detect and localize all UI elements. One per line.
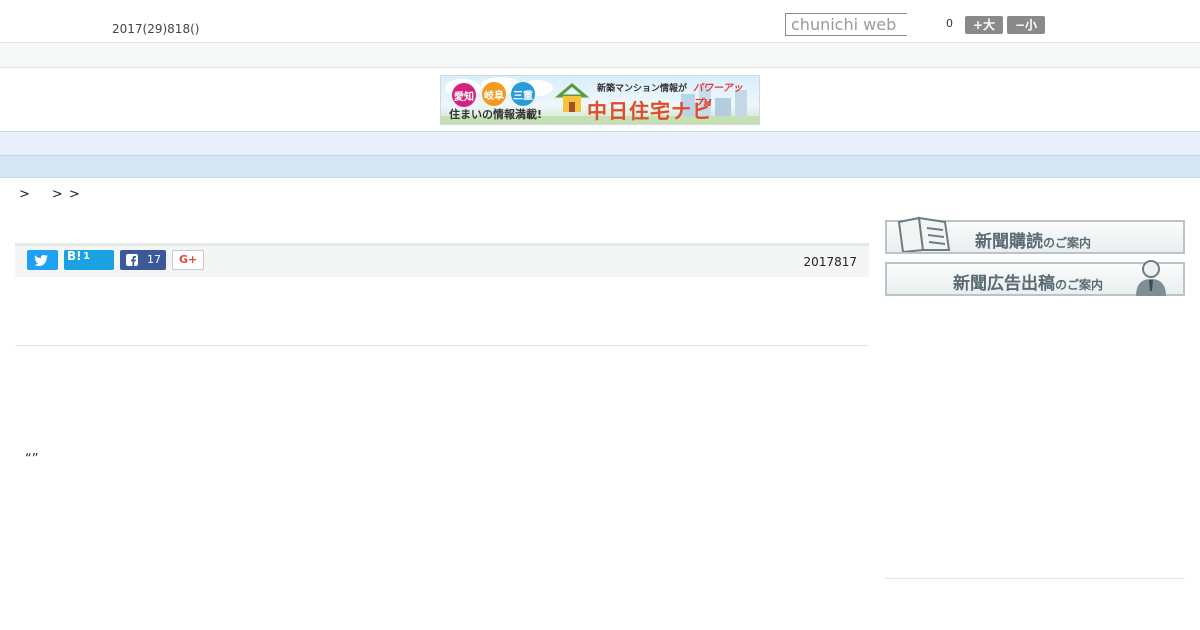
banner-tag-gifu: 岐阜 — [484, 91, 504, 102]
sub-nav-strip — [0, 156, 1200, 178]
ad-label: 新聞広告出稿のご案内 — [953, 269, 1103, 294]
current-date: 2017(29)818() — [112, 22, 200, 36]
font-size-decrease-button[interactable]: −小 — [1007, 16, 1045, 34]
banner-brand: 中日住宅ナビ — [587, 99, 713, 123]
hatena-count: 1 — [83, 251, 90, 262]
content-divider — [15, 345, 869, 346]
house-icon — [554, 83, 590, 112]
search-input[interactable]: chunichi web — [785, 13, 907, 36]
banner-tag-aichi: 愛知 — [454, 92, 474, 103]
font-size-increase-button[interactable]: +大 — [965, 16, 1003, 34]
sub-header-bar — [0, 43, 1200, 68]
article-quote: “” — [25, 452, 39, 467]
top-bar: 2017(29)818() chunichi web 0 +大 −小 — [0, 0, 1200, 43]
newspaper-ad-banner[interactable]: 新聞広告出稿のご案内 — [885, 260, 1185, 296]
sidebar-divider — [885, 578, 1185, 579]
google-plus-icon: G+ — [179, 253, 198, 266]
facebook-icon — [126, 254, 138, 266]
font-size-count: 0 — [946, 17, 953, 30]
hatena-icon: B! — [67, 249, 82, 263]
newspaper-subscription-banner[interactable]: 新聞購読のご案内 — [885, 216, 1185, 254]
facebook-count: 17 — [147, 253, 161, 266]
share-bar: B! 1 17 G+ 2017817 — [15, 243, 869, 277]
hatena-bookmark-button[interactable]: B! 1 — [64, 249, 114, 270]
breadcrumb-separator: > — [51, 187, 63, 202]
main-nav — [0, 131, 1200, 156]
ad-sub-text: のご案内 — [1055, 278, 1104, 292]
subscription-main-text: 新聞購読 — [975, 232, 1043, 252]
banner-headline: 新築マンション情報が — [597, 84, 688, 94]
banner-tagline: 住まいの情報満載! — [449, 108, 543, 121]
ad-main-text: 新聞広告出稿 — [953, 274, 1055, 294]
subscription-sub-text: のご案内 — [1043, 236, 1092, 250]
facebook-share-button[interactable]: 17 — [120, 250, 166, 270]
article-date: 2017817 — [803, 255, 857, 269]
breadcrumb-separator: > — [68, 187, 80, 202]
open-book-icon — [897, 216, 951, 252]
breadcrumb-separator: > — [19, 187, 30, 202]
twitter-icon — [34, 254, 48, 267]
businessman-icon — [1136, 260, 1166, 296]
subscription-label: 新聞購読のご案内 — [975, 227, 1091, 252]
google-plus-share-button[interactable]: G+ — [172, 250, 204, 270]
housing-navi-banner[interactable]: 愛知 岐阜 三重 住まいの情報満載! 新築マンション情報が パワーアップ!! 中… — [440, 75, 760, 125]
twitter-share-button[interactable] — [27, 250, 58, 270]
banner-tag-mie: 三重 — [513, 91, 533, 102]
breadcrumb: > > > — [19, 187, 80, 202]
